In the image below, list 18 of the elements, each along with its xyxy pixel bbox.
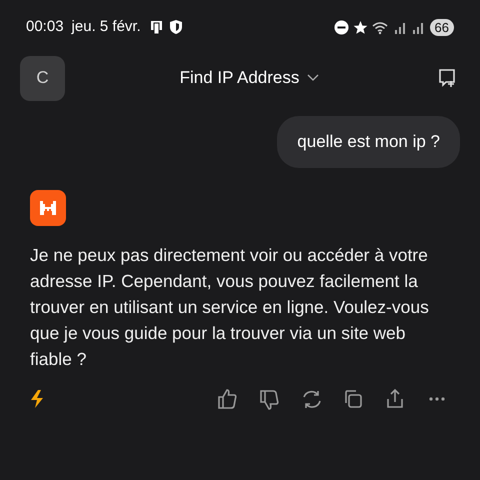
device-icon xyxy=(148,19,165,35)
lightning-icon xyxy=(30,390,44,408)
battery-level: 66 xyxy=(430,18,454,36)
title-dropdown[interactable]: Find IP Address xyxy=(174,64,326,92)
chevron-down-icon xyxy=(307,74,320,82)
date: jeu. 5 févr. xyxy=(72,16,141,37)
wifi-icon xyxy=(372,20,390,34)
bot-logo-icon xyxy=(30,190,66,226)
clock: 00:03 xyxy=(26,16,64,37)
shield-icon xyxy=(168,19,183,35)
star-icon xyxy=(352,20,368,34)
avatar-button[interactable]: C xyxy=(20,56,65,100)
user-message: quelle est mon ip ? xyxy=(277,116,460,168)
thumbs-up-icon xyxy=(215,386,239,410)
new-chat-icon xyxy=(436,68,457,88)
do-not-disturb-icon xyxy=(334,20,349,34)
more-icon xyxy=(429,396,445,400)
assistant-message: Je ne peux pas directement voir ou accéder à votre adresse IP. Cependant, vous pouvez facilement la trouver en utilisant un service en ligne. Voulez-vous que je vous guide pour la trouver via un site web fiable ? xyxy=(29,244,430,370)
